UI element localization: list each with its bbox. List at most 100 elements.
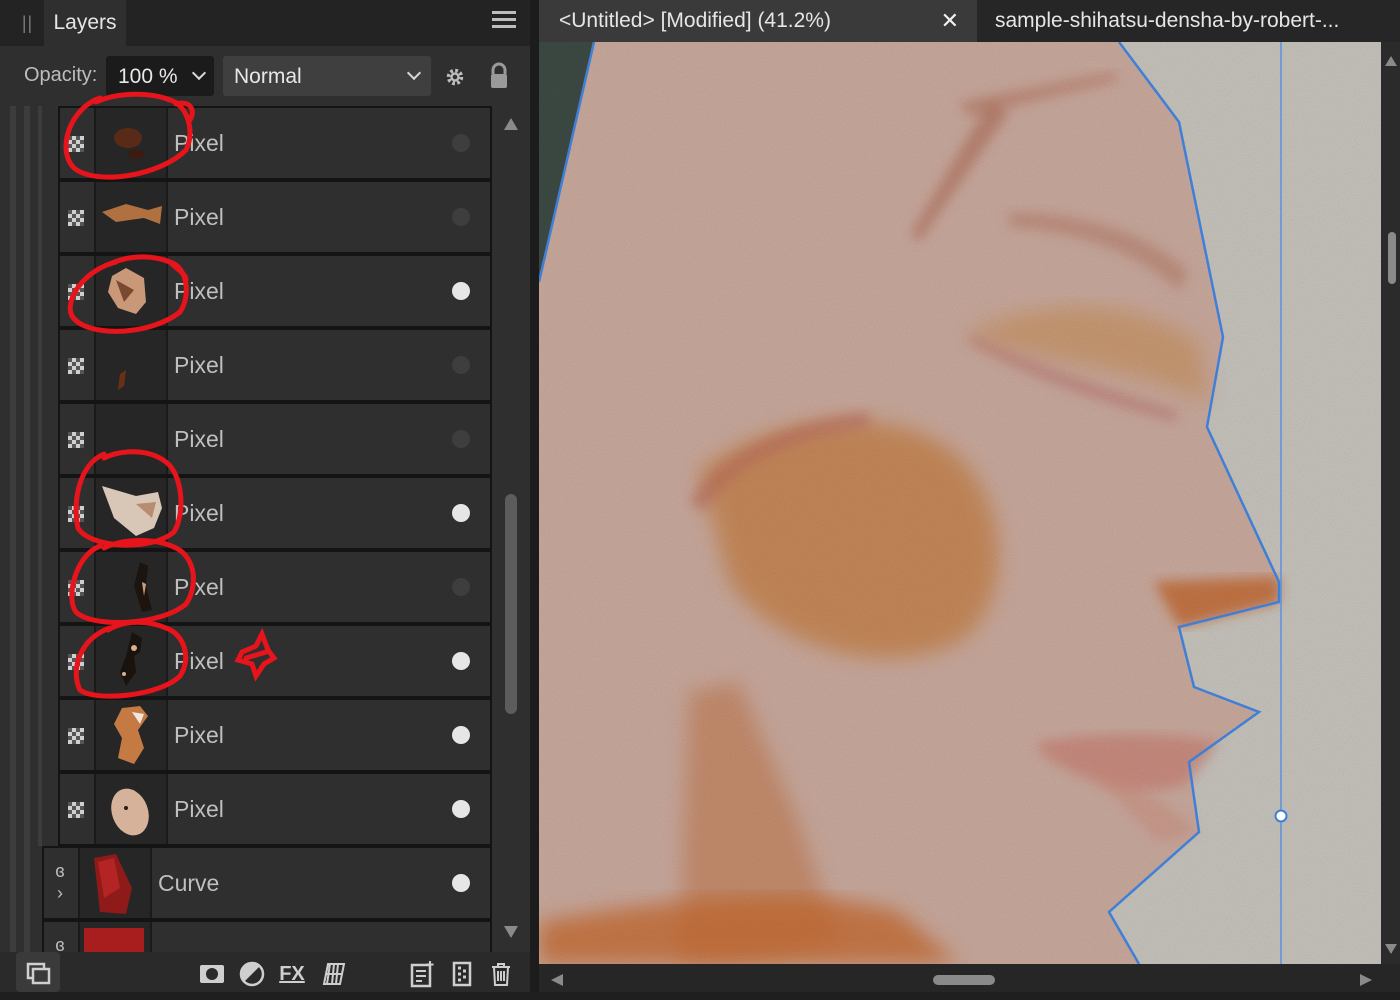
opacity-value: 100 % [118,65,178,88]
layer-row-pixel[interactable]: Pixel [58,254,492,328]
artwork-canvas [539,42,1381,964]
pixel-layer-icon [68,802,84,818]
layer-thumbnail[interactable] [94,182,168,252]
visibility-toggle[interactable] [452,578,470,596]
panel-grip-icon[interactable]: | | [8,0,44,46]
pixel-layer-icon [68,506,84,522]
visibility-toggle[interactable] [452,208,470,226]
path-node-handle[interactable] [1274,809,1288,823]
layer-thumbnail[interactable] [78,922,152,952]
scroll-thumb[interactable] [933,975,995,985]
layer-row-pixel[interactable]: Pixel [58,550,492,624]
layer-thumbnail[interactable] [94,626,168,696]
layer-row-pixel[interactable]: Pixel [58,772,492,846]
document-canvas[interactable] [539,42,1381,964]
layer-name[interactable]: Pixel [174,426,224,453]
scroll-down-arrow-icon[interactable] [1385,944,1397,954]
chevron-down-icon [406,65,422,81]
pixel-layer-icon [68,210,84,226]
opacity-row: Opacity: 100 % Normal [0,46,530,106]
scroll-right-arrow-icon[interactable] [1360,974,1372,986]
curve-layer-icon: ɞ [55,935,65,952]
tab-sample-document[interactable]: sample-shihatsu-densha-by-robert-... [977,0,1400,42]
layer-name[interactable]: Pixel [174,352,224,379]
canvas-horizontal-scrollbar[interactable] [539,964,1400,992]
layer-thumbnail[interactable] [94,700,168,770]
layers-panel: | | Layers Opacity: 100 % Normal Pixel Pi… [0,0,530,992]
layer-row-pixel[interactable]: Pixel [58,328,492,402]
visibility-toggle[interactable] [452,800,470,818]
delete-icon[interactable] [487,960,515,988]
layer-name[interactable]: Pixel [174,130,224,157]
layer-thumbnail[interactable] [94,108,168,178]
layer-row-pixel[interactable]: Pixel [58,698,492,772]
layer-row-pixel[interactable]: Pixel [58,106,492,180]
layer-thumbnail[interactable] [94,404,168,474]
layer-thumbnail[interactable] [94,552,168,622]
layer-row-pixel[interactable]: Pixel [58,476,492,550]
fx-icon[interactable]: FX [278,960,306,988]
pixel-layer-icon [68,284,84,300]
document-tab-title: sample-shihatsu-densha-by-robert-... [995,9,1340,32]
layer-row-pixel[interactable]: Pixel [58,180,492,254]
pixel-layer-icon [68,728,84,744]
visibility-toggle[interactable] [452,282,470,300]
visibility-toggle[interactable] [452,134,470,152]
layer-name[interactable]: Curve [158,870,219,897]
lock-icon[interactable] [488,62,510,90]
layer-name[interactable]: Pixel [174,648,224,675]
scroll-down-arrow-icon[interactable] [504,926,518,938]
scroll-up-arrow-icon[interactable] [1385,56,1397,66]
scroll-thumb[interactable] [505,494,517,714]
layer-row-partial[interactable]: ɞ [42,920,492,952]
layer-name[interactable]: Pixel [174,204,224,231]
layer-thumbnail[interactable] [94,478,168,548]
canvas-vertical-scrollbar[interactable] [1381,42,1400,964]
scroll-left-arrow-icon[interactable] [551,974,563,986]
layer-thumbnail[interactable] [94,330,168,400]
layer-name[interactable]: Pixel [174,574,224,601]
pixel-layer-icon [68,358,84,374]
visibility-toggle[interactable] [452,726,470,744]
layer-list-scrollbar[interactable] [500,106,524,952]
opacity-field[interactable]: 100 % [106,56,214,96]
add-group-icon[interactable] [448,960,476,988]
scroll-up-arrow-icon[interactable] [504,118,518,130]
group-indent-line [38,106,42,846]
layer-thumbnail[interactable] [78,848,152,918]
layer-row-pixel[interactable]: Pixel [58,624,492,698]
layers-studio-icon[interactable] [16,952,60,992]
pixel-layer-icon [68,654,84,670]
layer-thumbnail[interactable] [94,256,168,326]
close-icon[interactable]: ✕ [941,8,959,34]
tab-untitled-document[interactable]: <Untitled> [Modified] (41.2%) ✕ [539,0,977,42]
blend-mode-value: Normal [234,65,302,88]
visibility-toggle[interactable] [452,430,470,448]
layer-thumbnail[interactable] [94,774,168,844]
layer-name[interactable]: Pixel [174,722,224,749]
pixel-layer-icon [68,432,84,448]
layers-toolbar: FX [0,952,530,992]
visibility-toggle[interactable] [452,356,470,374]
panel-menu-icon[interactable] [492,8,516,32]
blend-mode-select[interactable]: Normal [223,56,431,96]
document-tab-title: <Untitled> [Modified] (41.2%) [559,9,831,32]
scroll-thumb[interactable] [1388,232,1396,284]
add-pixel-layer-icon[interactable] [408,960,436,988]
mask-icon[interactable] [198,960,226,988]
layer-name[interactable]: Pixel [174,278,224,305]
live-filter-icon[interactable] [320,960,348,988]
gear-icon[interactable] [444,66,466,88]
visibility-toggle[interactable] [452,874,470,892]
layer-row-curve[interactable]: ɞ › Curve [42,846,492,920]
layer-list[interactable]: Pixel Pixel Pixel Pixel Pixel Pixel Pixel Pixel… [0,106,530,952]
adjustment-icon[interactable] [238,960,266,988]
visibility-toggle[interactable] [452,652,470,670]
layer-row-pixel[interactable]: Pixel [58,402,492,476]
layer-name[interactable]: Pixel [174,500,224,527]
layer-name[interactable]: Pixel [174,796,224,823]
panel-divider[interactable] [530,0,539,992]
tab-layers[interactable]: Layers [44,0,126,46]
group-indent-line [24,106,30,952]
visibility-toggle[interactable] [452,504,470,522]
